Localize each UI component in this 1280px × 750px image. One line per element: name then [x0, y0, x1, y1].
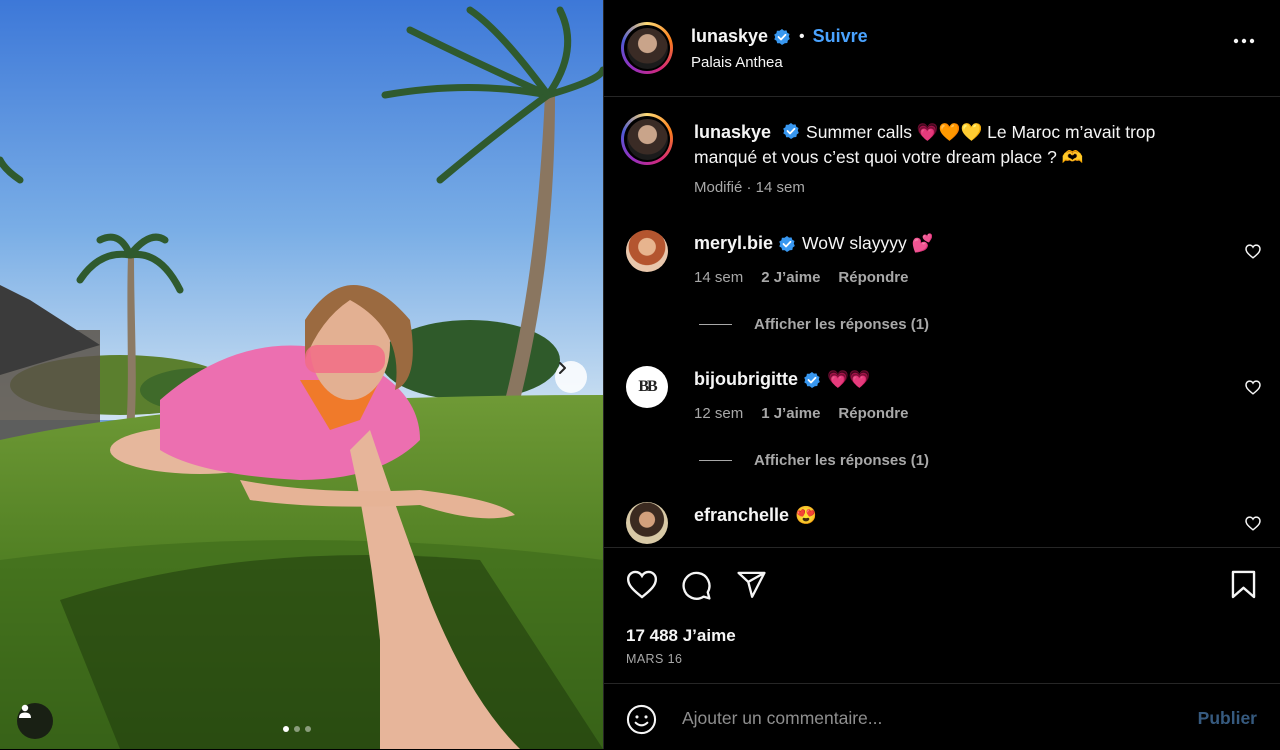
post-panel: lunaskye • Suivre Palais Anthea lunaskye… [603, 0, 1280, 749]
heart-icon[interactable] [626, 570, 658, 599]
follow-button[interactable]: Suivre [813, 26, 868, 47]
author-avatar[interactable] [621, 22, 673, 74]
commenter-username[interactable]: bijoubrigitte [694, 369, 798, 390]
view-replies-button[interactable]: Afficher les réponses (1) [699, 452, 929, 469]
caption: lunaskye Summer calls 💗🧡💛 Le Maroc m’avai… [694, 120, 1214, 170]
comment-input[interactable] [680, 704, 1164, 732]
heart-icon[interactable] [1245, 516, 1261, 531]
more-options-icon[interactable] [1233, 38, 1255, 44]
author-row: lunaskye • Suivre [691, 26, 868, 47]
comment-composer: Publier [604, 683, 1280, 750]
comment-text: 💗💗 [826, 369, 871, 389]
carousel-dot-active [283, 726, 289, 732]
post-photo [0, 0, 603, 749]
comment-text: 😍 [795, 505, 817, 525]
comments-list[interactable]: lunaskye Summer calls 💗🧡💛 Le Maroc m’avai… [604, 97, 1280, 547]
carousel-dot [305, 726, 311, 732]
verified-badge-icon [783, 123, 799, 139]
heart-icon[interactable] [1245, 244, 1261, 259]
comment-icon[interactable] [681, 570, 712, 601]
separator-dot: • [799, 27, 805, 45]
post-media[interactable] [0, 0, 603, 749]
carousel-indicator [283, 726, 311, 732]
comment-line: efranchelle 😍 [694, 505, 817, 526]
commenter-username[interactable]: efranchelle [694, 505, 789, 526]
post-location[interactable]: Palais Anthea [691, 54, 783, 71]
caption-author-avatar[interactable] [621, 113, 673, 165]
view-replies-button[interactable]: Afficher les réponses (1) [699, 316, 929, 333]
heart-icon[interactable] [1245, 380, 1261, 395]
bookmark-icon[interactable] [1230, 570, 1257, 599]
comment-line: meryl.bie WoW slayyyy 💕 [694, 233, 933, 254]
view-replies-label: Afficher les réponses (1) [754, 452, 930, 469]
publish-button[interactable]: Publier [1198, 708, 1257, 729]
comment-likes[interactable]: 1 J’aime [761, 405, 820, 422]
tagged-users-button[interactable] [17, 703, 53, 739]
verified-badge-icon [774, 28, 790, 45]
comment-likes[interactable]: 2 J’aime [761, 269, 820, 286]
likes-count[interactable]: 17 488 J’aime [626, 626, 736, 646]
post-header: lunaskye • Suivre Palais Anthea [604, 0, 1280, 97]
next-slide-button[interactable] [555, 361, 587, 393]
comment-meta: 14 sem 2 J’aime Répondre [694, 269, 908, 286]
commenter-avatar[interactable] [626, 502, 668, 544]
verified-badge-icon [779, 235, 795, 252]
chevron-right-icon [559, 362, 566, 374]
comment-meta: 12 sem 1 J’aime Répondre [694, 405, 908, 422]
comment-text: WoW slayyyy 💕 [802, 233, 934, 253]
action-bar: 17 488 J’aime MARS 16 [604, 547, 1280, 684]
commenter-username[interactable]: meryl.bie [694, 233, 773, 254]
carousel-dot [294, 726, 300, 732]
verified-badge-icon [804, 371, 820, 388]
caption-username[interactable]: lunaskye [694, 122, 771, 142]
commenter-avatar[interactable]: BB [626, 366, 668, 408]
comment-line: bijoubrigitte 💗💗 [694, 369, 871, 390]
view-replies-label: Afficher les réponses (1) [754, 316, 930, 333]
comment-age: 14 sem [694, 269, 744, 286]
emoji-icon[interactable] [626, 704, 657, 735]
user-tag-icon [19, 704, 31, 718]
post-date: MARS 16 [626, 652, 683, 666]
commenter-avatar[interactable] [626, 230, 668, 272]
comment-age: 12 sem [694, 405, 744, 422]
author-username[interactable]: lunaskye [691, 26, 768, 47]
share-icon[interactable] [736, 570, 767, 599]
reply-button[interactable]: Répondre [838, 405, 908, 422]
reply-button[interactable]: Répondre [838, 269, 908, 286]
caption-meta: Modifié · 14 sem [694, 179, 805, 196]
